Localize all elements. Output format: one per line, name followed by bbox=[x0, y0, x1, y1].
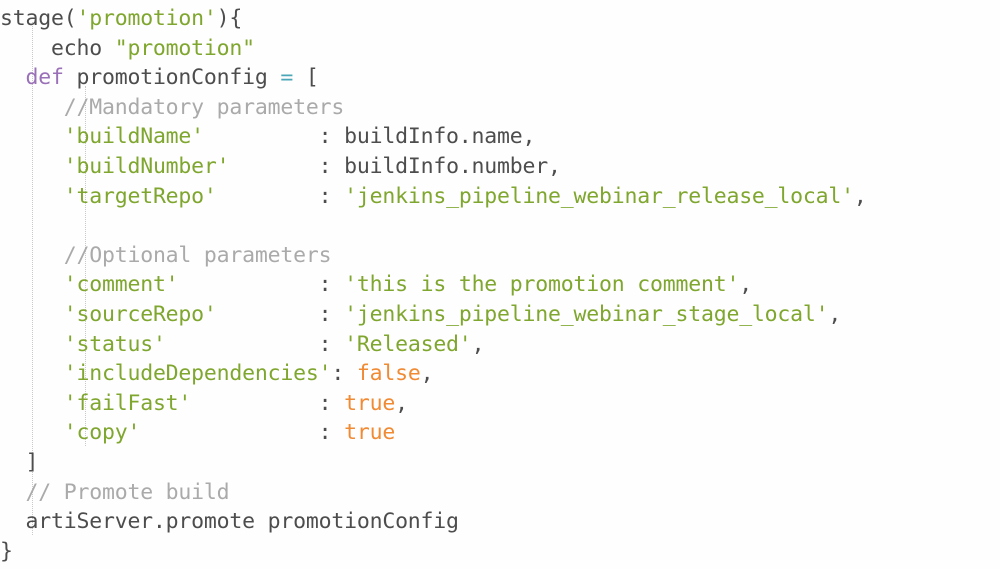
token-string: 'failFast' bbox=[63, 390, 192, 416]
token-plain: : buildInfo.name, bbox=[203, 124, 536, 150]
token-string: 'targetRepo' bbox=[63, 183, 217, 209]
token-boolean: true bbox=[344, 420, 396, 446]
token-string: 'jenkins_pipeline_webinar_release_local' bbox=[344, 183, 854, 209]
token-string: 'promotion' bbox=[76, 6, 217, 31]
token-keyword: def bbox=[25, 65, 64, 91]
token-boolean: false bbox=[356, 361, 421, 387]
code-line: artiServer.promote promotionConfig bbox=[0, 507, 1000, 537]
code-editor-content[interactable]: stage('promotion'){ echo "promotion" def… bbox=[0, 0, 1000, 566]
token-string: 'buildName' bbox=[63, 124, 204, 150]
code-line: 'copy' : true bbox=[0, 418, 1000, 448]
code-line: 'sourceRepo' : 'jenkins_pipeline_webinar… bbox=[0, 300, 1000, 330]
token-plain: : bbox=[216, 183, 345, 209]
code-line: echo "promotion" bbox=[0, 34, 1000, 64]
token-string: 'jenkins_pipeline_webinar_stage_local' bbox=[344, 301, 829, 327]
token-plain: , bbox=[420, 361, 434, 387]
code-line: 'targetRepo' : 'jenkins_pipeline_webinar… bbox=[0, 182, 1000, 212]
token-operator: = bbox=[280, 65, 294, 91]
token-plain: artiServer.promote promotionConfig bbox=[0, 509, 459, 535]
token-plain: : bbox=[140, 420, 345, 446]
token-plain: } bbox=[0, 538, 13, 564]
code-line: // Promote build bbox=[0, 478, 1000, 508]
code-line: 'comment' : 'this is the promotion comme… bbox=[0, 270, 1000, 300]
token-plain: : bbox=[165, 331, 345, 357]
token-plain: [ bbox=[293, 65, 319, 91]
code-line: 'buildName' : buildInfo.name, bbox=[0, 122, 1000, 152]
token-string: 'this is the promotion comment' bbox=[344, 272, 740, 298]
token-string: "promotion" bbox=[114, 35, 255, 61]
token-comment: // Promote build bbox=[25, 479, 230, 505]
token-string: 'comment' bbox=[63, 272, 179, 298]
token-plain: ] bbox=[0, 449, 39, 475]
code-line: 'includeDependencies': false, bbox=[0, 359, 1000, 389]
code-line: stage('promotion'){ bbox=[0, 4, 1000, 34]
token-plain: echo bbox=[0, 35, 115, 61]
code-line: 'buildNumber' : buildInfo.number, bbox=[0, 152, 1000, 182]
code-line: 'failFast' : true, bbox=[0, 389, 1000, 419]
token-plain: , bbox=[471, 331, 485, 357]
code-line: 'status' : 'Released', bbox=[0, 330, 1000, 360]
code-line: } bbox=[0, 537, 1000, 567]
token-plain: promotionConfig bbox=[63, 65, 281, 91]
token-boolean: true bbox=[344, 390, 396, 416]
code-line: ] bbox=[0, 448, 1000, 478]
code-line: //Mandatory parameters bbox=[0, 93, 1000, 123]
token-comment: //Optional parameters bbox=[63, 242, 332, 268]
token-plain: : buildInfo.number, bbox=[229, 153, 561, 179]
code-line: //Optional parameters bbox=[0, 241, 1000, 271]
token-plain: : bbox=[216, 301, 345, 327]
code-snippet-screenshot: stage('promotion'){ echo "promotion" def… bbox=[0, 0, 1000, 569]
token-comment: //Mandatory parameters bbox=[63, 94, 345, 120]
token-string: 'copy' bbox=[63, 420, 141, 446]
token-plain: : bbox=[191, 390, 345, 416]
token-plain: , bbox=[739, 272, 752, 298]
token-plain: : bbox=[178, 272, 345, 298]
token-plain: , bbox=[395, 390, 408, 416]
token-plain: stage( bbox=[0, 6, 77, 31]
token-string: 'status' bbox=[63, 331, 166, 357]
token-plain: , bbox=[828, 301, 842, 327]
token-string: 'sourceRepo' bbox=[63, 301, 217, 327]
token-plain: : bbox=[331, 361, 357, 387]
token-plain: ){ bbox=[216, 6, 243, 31]
token-plain: , bbox=[853, 183, 867, 209]
code-line: def promotionConfig = [ bbox=[0, 63, 1000, 93]
token-string: 'Released' bbox=[344, 331, 472, 357]
token-string: 'includeDependencies' bbox=[63, 361, 332, 387]
token-string: 'buildNumber' bbox=[63, 153, 230, 179]
